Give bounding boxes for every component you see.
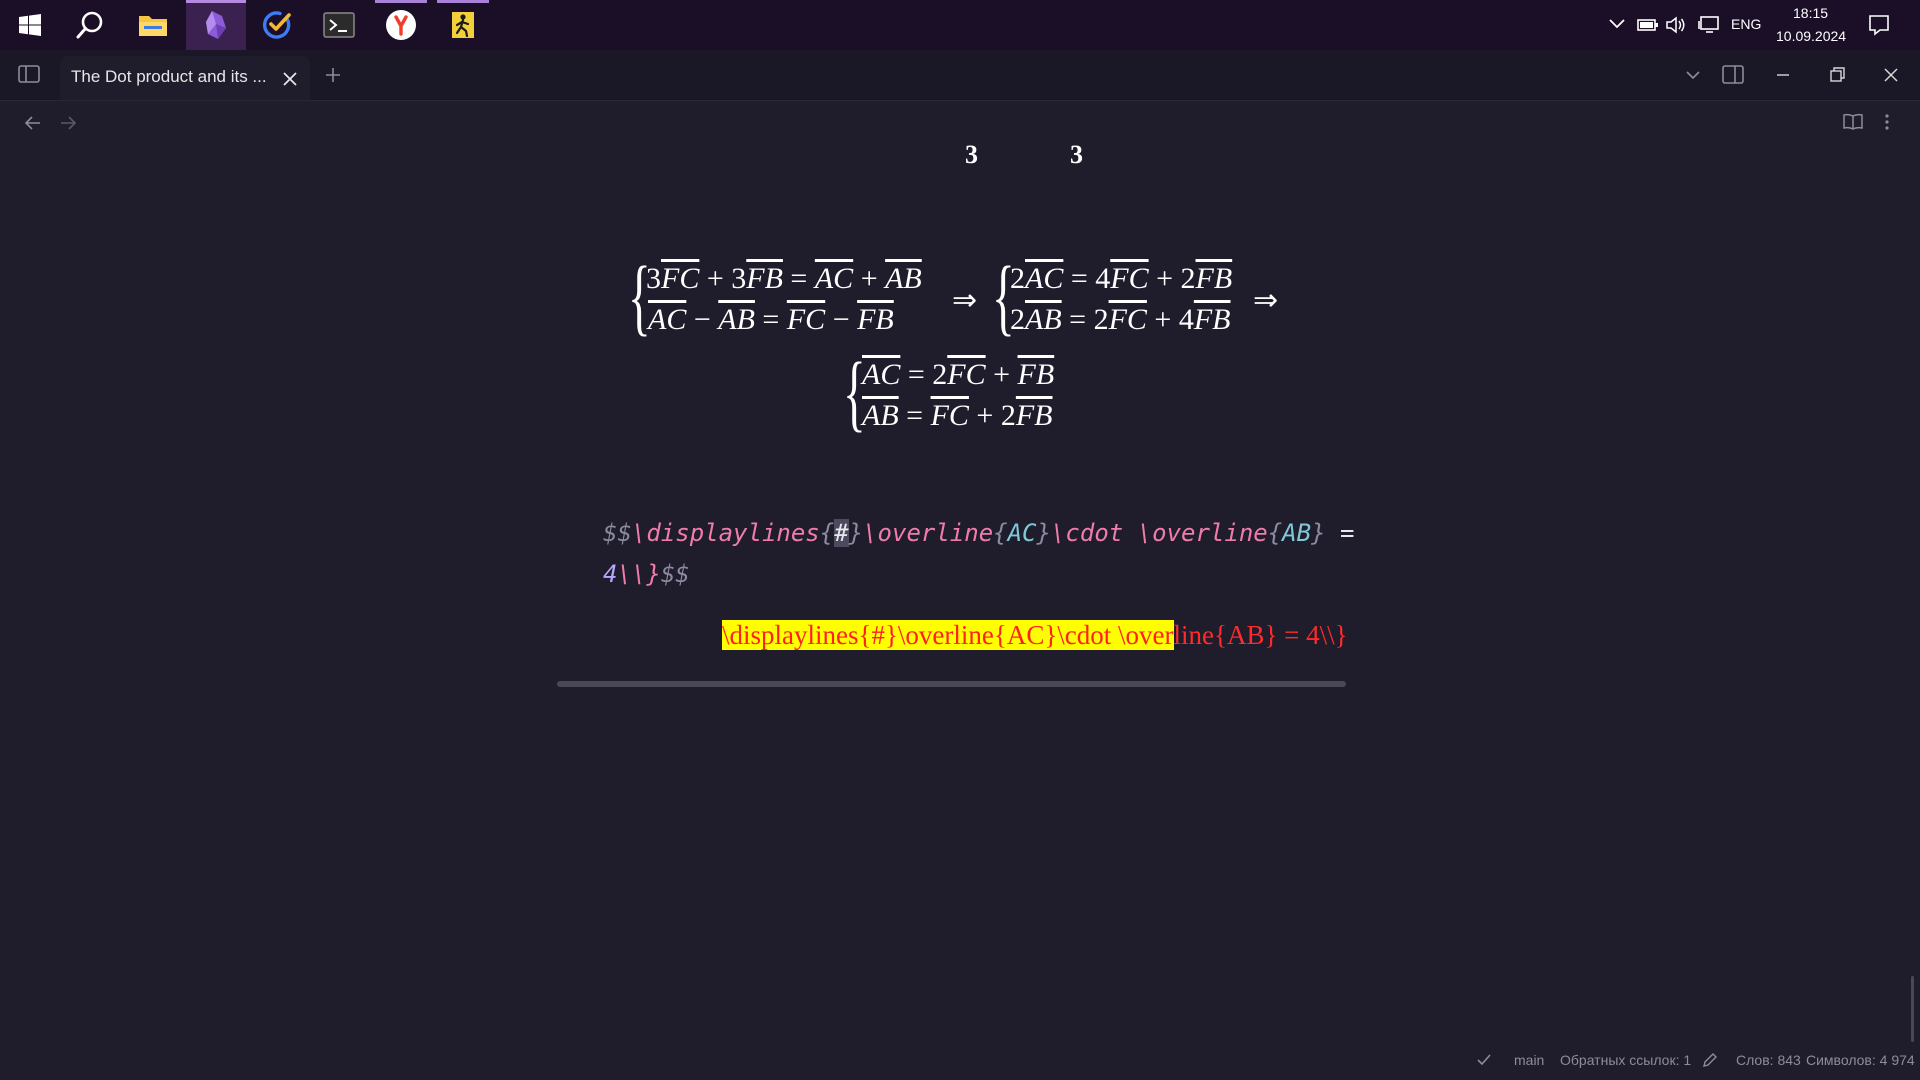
math-row: 2AC = 4FC + 2FB <box>1010 262 1233 295</box>
close-window-icon[interactable] <box>1878 62 1904 88</box>
back-arrow-icon[interactable] <box>24 115 42 131</box>
terminal-taskbar-button[interactable] <box>309 0 369 50</box>
horizontal-scrollbar[interactable] <box>557 681 1346 687</box>
yandex-taskbar-button[interactable] <box>371 0 431 50</box>
minimize-icon[interactable] <box>1770 62 1796 88</box>
sync-check-icon[interactable] <box>1476 1052 1492 1068</box>
search-button[interactable] <box>60 0 120 50</box>
implies-arrow: ⇒ <box>952 284 978 317</box>
tab-title: The Dot product and its ... <box>71 67 267 86</box>
status-char-count: Символов: 4 974 <box>1806 1052 1915 1068</box>
new-tab-icon[interactable] <box>325 67 341 83</box>
math-row: 2AB = 2FC + 4FB <box>1010 303 1231 336</box>
taskbar: ENG 18:15 10.09.2024 <box>0 0 1920 50</box>
split-view-icon[interactable] <box>1720 62 1746 88</box>
latex-source-line[interactable]: $$\displaylines{#}\overline{AC}\cdot \ov… <box>603 519 1354 547</box>
todo-taskbar-button[interactable] <box>247 0 307 50</box>
exit-app-icon <box>452 12 474 38</box>
exit-app-taskbar-button[interactable] <box>433 0 493 50</box>
status-word-count: Слов: 843 <box>1736 1052 1801 1068</box>
clock-time[interactable]: 18:15 <box>1793 5 1828 21</box>
file-explorer-button[interactable] <box>123 0 183 50</box>
math-row: AC = 2FC + FB <box>862 358 1055 391</box>
status-backlinks[interactable]: Обратных ссылок: 1 <box>1560 1052 1691 1068</box>
math-row: AC − AB = FC − FB <box>648 303 894 336</box>
sidebar-toggle-icon[interactable] <box>18 65 40 83</box>
implies-arrow: ⇒ <box>1253 284 1279 317</box>
tab-list-chevron-icon[interactable] <box>1680 62 1706 88</box>
start-icon <box>19 14 41 36</box>
vertical-scrollbar[interactable] <box>1911 976 1914 1042</box>
more-options-icon[interactable] <box>1884 113 1890 131</box>
notifications-icon[interactable] <box>1868 14 1890 36</box>
terminal-icon <box>323 12 355 38</box>
restore-icon[interactable] <box>1824 62 1850 88</box>
navigation-bar <box>0 101 1920 145</box>
title-bar: The Dot product and its ... <box>0 50 1920 101</box>
partial-math-line-digit: 3 <box>1070 140 1083 169</box>
close-tab-icon[interactable] <box>283 72 297 86</box>
clock-date[interactable]: 10.09.2024 <box>1776 28 1846 44</box>
edit-pencil-icon[interactable] <box>1702 1052 1718 1068</box>
search-icon <box>76 11 103 39</box>
reading-view-book-icon[interactable] <box>1843 113 1863 131</box>
obsidian-icon <box>206 11 226 39</box>
todo-check-icon <box>262 11 291 39</box>
yandex-browser-icon <box>386 10 416 40</box>
show-hidden-icons-icon[interactable] <box>1608 17 1626 29</box>
partial-math-line-digit: 3 <box>965 140 978 169</box>
file-explorer-icon <box>139 16 167 36</box>
language-indicator[interactable]: ENG <box>1731 16 1761 32</box>
network-icon[interactable] <box>1698 15 1720 35</box>
tab-active-note[interactable]: The Dot product and its ... <box>60 56 310 100</box>
volume-icon[interactable] <box>1665 15 1687 35</box>
battery-icon[interactable] <box>1637 17 1659 33</box>
start-button[interactable] <box>0 0 60 50</box>
forward-arrow-icon[interactable] <box>59 115 77 131</box>
status-branch[interactable]: main <box>1514 1052 1544 1068</box>
math-row: 3FC + 3FB = AC + AB <box>646 262 922 295</box>
math-row: AB = FC + 2FB <box>862 399 1053 432</box>
obsidian-taskbar-button[interactable] <box>186 0 246 50</box>
math-render-error: \displaylines{#}\overline{AC}\cdot \over… <box>722 620 1348 650</box>
latex-source-line[interactable]: 4\\}$$ <box>603 560 690 588</box>
